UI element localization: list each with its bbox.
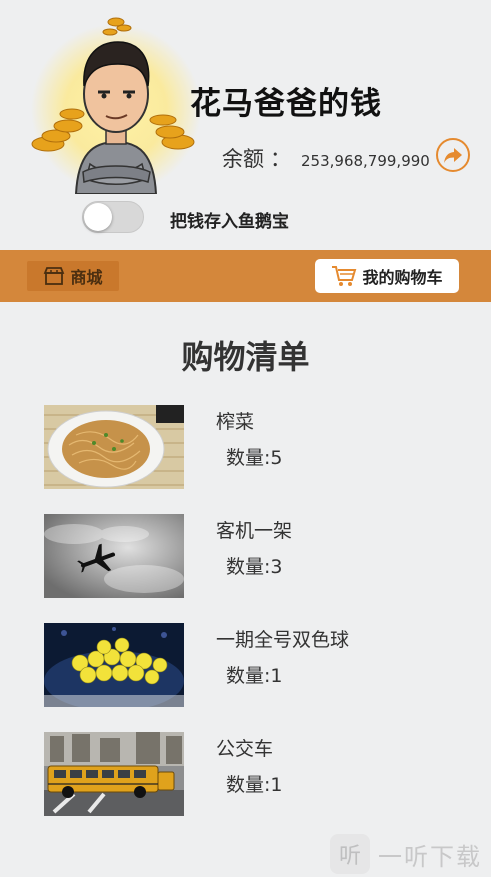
item-name: 公交车 xyxy=(216,738,274,760)
tab-shop-label: 商城 xyxy=(70,268,103,287)
balance-row: 余额 ： 253,968,799,990 xyxy=(222,143,430,173)
toggle-knob xyxy=(84,203,112,231)
watermark-logo-icon: 听 xyxy=(330,834,370,874)
deposit-toggle[interactable] xyxy=(82,201,144,233)
shopping-list-title: 购物清单 xyxy=(181,338,310,376)
deposit-toggle-label: 把钱存入鱼鹅宝 xyxy=(170,212,289,232)
airplane-photo xyxy=(44,514,184,598)
item-quantity: 数量:3 xyxy=(226,556,283,578)
school-bus-photo xyxy=(44,732,184,816)
page-title: 花马爸爸的钱 xyxy=(190,86,382,122)
shopping-cart-icon xyxy=(332,266,357,286)
item-quantity: 数量:1 xyxy=(226,665,283,687)
item-quantity: 数量:5 xyxy=(226,447,283,469)
item-quantity: 数量:1 xyxy=(226,774,283,796)
avatar xyxy=(28,14,203,195)
lottery-balls-photo xyxy=(44,623,184,707)
store-icon xyxy=(44,267,65,285)
share-arrow-icon xyxy=(444,148,462,163)
balance-value: 253,968,799,990 xyxy=(301,152,430,170)
item-name: 客机一架 xyxy=(216,520,293,542)
tab-my-cart[interactable]: 我的购物车 xyxy=(315,259,459,293)
item-name: 榨菜 xyxy=(216,411,255,433)
share-button[interactable] xyxy=(436,138,470,172)
watermark-text: 一听下载 xyxy=(378,842,482,871)
nav-bar: 商城 我的购物车 xyxy=(0,250,491,302)
item-name: 一期全号双色球 xyxy=(216,629,350,651)
list-item[interactable]: 一期全号双色球 数量:1 xyxy=(44,623,464,709)
list-item[interactable]: 公交车 数量:1 xyxy=(44,732,464,818)
profile-header: 花马爸爸的钱 余额 ： 253,968,799,990 把钱存入鱼鹅宝 xyxy=(0,0,491,250)
tab-my-cart-label: 我的购物车 xyxy=(362,268,443,287)
balance-label: 余额 xyxy=(222,147,264,171)
balance-colon: ： xyxy=(270,147,291,171)
list-item[interactable]: 榨菜 数量:5 xyxy=(44,405,464,491)
watermark: 听 一听下载 xyxy=(330,834,482,874)
tab-shop[interactable]: 商城 xyxy=(27,261,119,291)
noodles-photo xyxy=(44,405,184,489)
list-item[interactable]: 客机一架 数量:3 xyxy=(44,514,464,600)
